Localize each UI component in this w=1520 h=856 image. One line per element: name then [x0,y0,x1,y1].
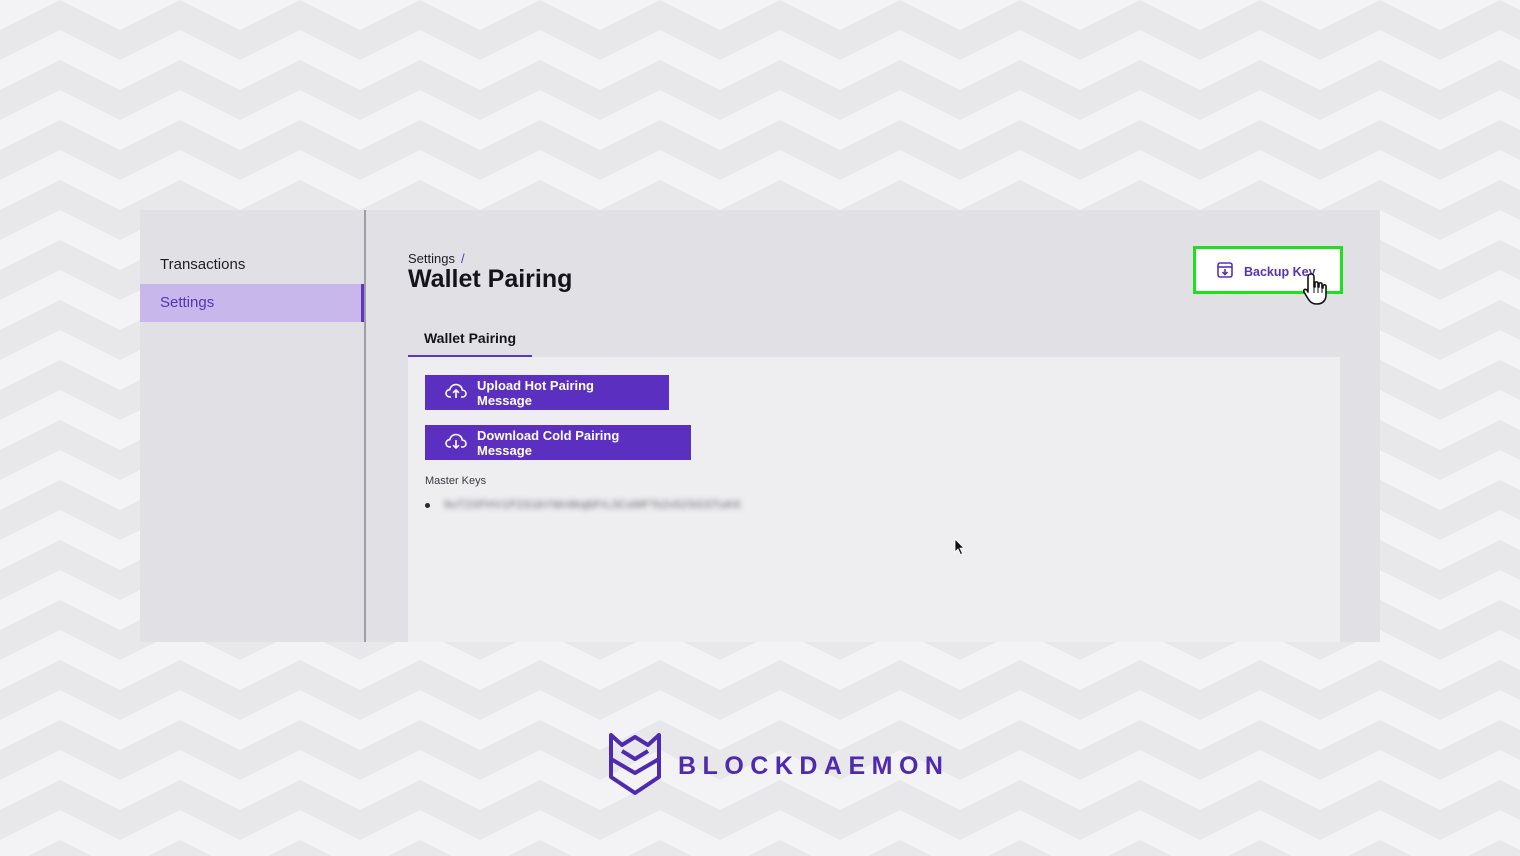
main-content: Settings / Wallet Pairing Backup Key Wal… [366,210,1380,642]
cloud-download-icon [445,433,467,452]
download-cold-pairing-label: Download Cold Pairing Message [477,427,620,458]
archive-download-icon [1216,261,1234,282]
hand-pointer-icon [1302,271,1338,312]
master-key-value[interactable]: 9uT2XFHV1P2S1bYMv9kqbFrL3CsMFTs2v52SGSTu… [444,499,742,511]
page: Transactions Settings Settings / Wallet P… [0,0,1520,856]
brand-name: BLOCKDAEMON [678,752,950,780]
sidebar: Transactions Settings [140,210,366,642]
brand-logo: BLOCKDAEMON [608,731,950,802]
breadcrumb-settings-link[interactable]: Settings [408,251,455,266]
page-title: Wallet Pairing [408,265,573,293]
cloud-upload-icon [445,383,467,402]
backup-key-button[interactable]: Backup Key [1216,261,1316,282]
breadcrumb: Settings / [408,251,465,266]
bullet-icon [425,502,430,508]
download-cold-pairing-button[interactable]: Download Cold Pairing Message [425,425,691,460]
sidebar-item-transactions[interactable]: Transactions [140,246,364,284]
upload-hot-pairing-label: Upload Hot Pairing Message [477,377,594,408]
tab-wallet-pairing[interactable]: Wallet Pairing [408,324,532,358]
backup-key-highlight: Backup Key [1193,246,1343,305]
upload-hot-pairing-button[interactable]: Upload Hot Pairing Message [425,375,669,410]
blockdaemon-logo-icon [608,731,662,802]
list-item: 9uT2XFHV1P2S1bYMv9kqbFrL3CsMFTs2v52SGSTu… [425,499,742,511]
wallet-pairing-panel: Upload Hot Pairing Message Download Cold… [408,357,1340,642]
sidebar-item-settings[interactable]: Settings [140,284,364,322]
mouse-pointer-icon [954,538,966,561]
app-window: Transactions Settings Settings / Wallet P… [140,210,1380,642]
master-keys-list: 9uT2XFHV1P2S1bYMv9kqbFrL3CsMFTs2v52SGSTu… [425,499,742,511]
master-keys-label: Master Keys [425,475,487,487]
breadcrumb-separator: / [460,251,465,266]
